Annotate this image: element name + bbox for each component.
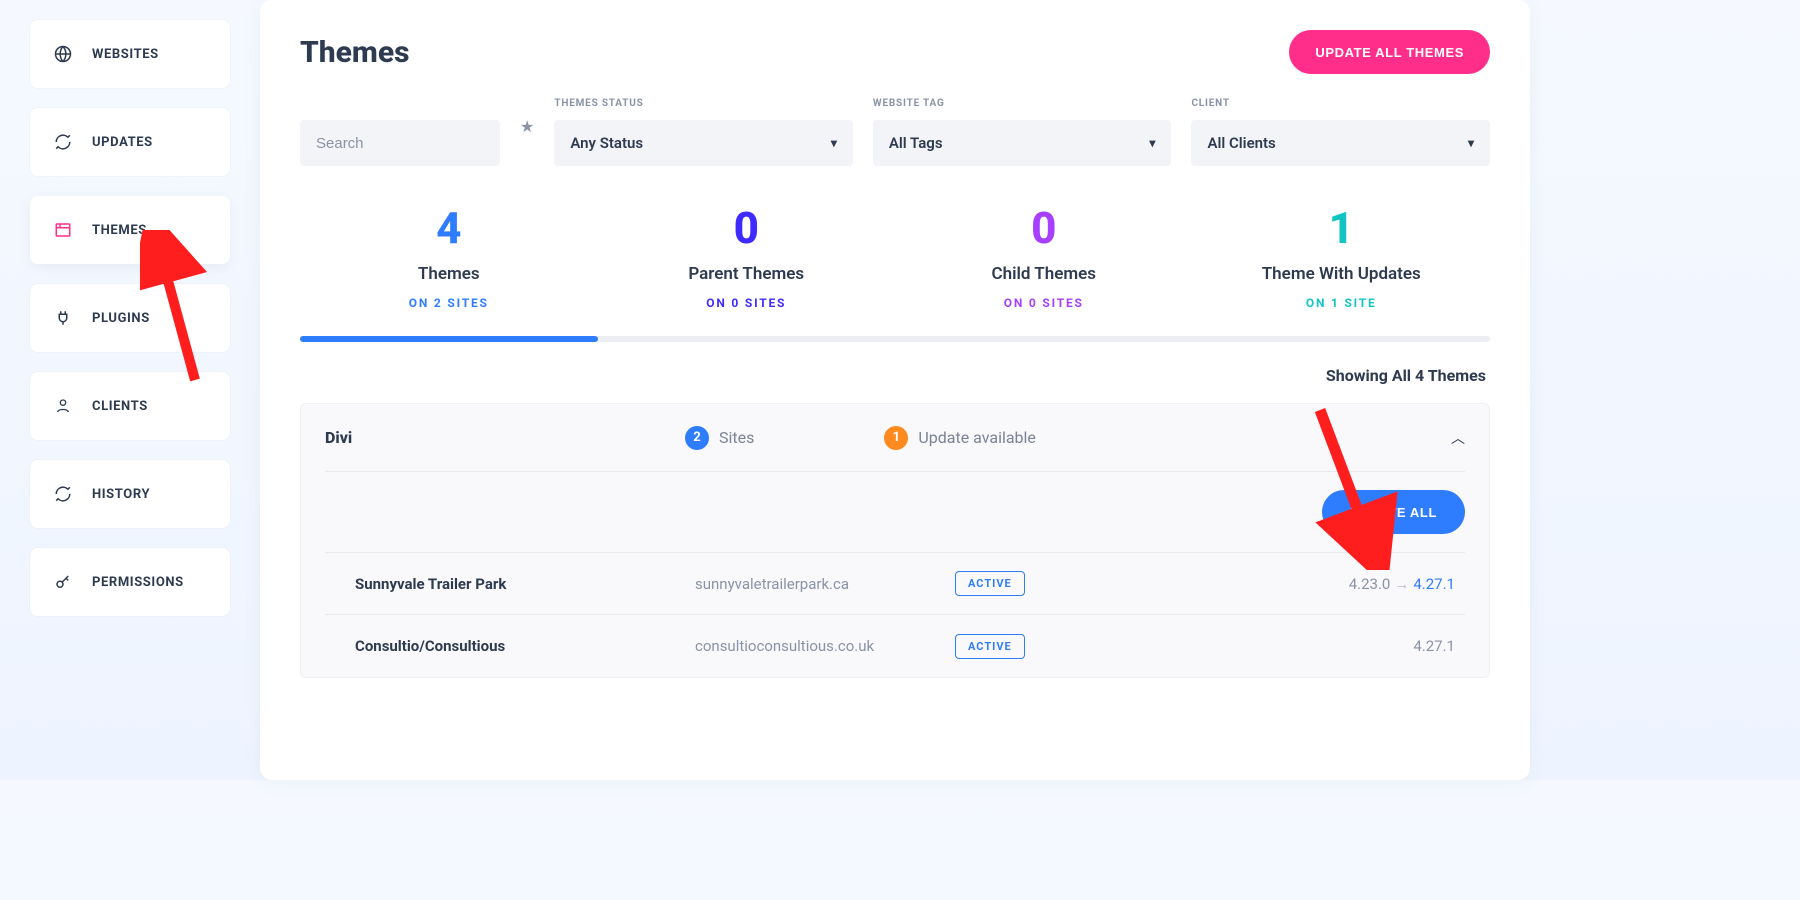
status-badge: ACTIVE <box>955 571 1025 596</box>
site-name: Sunnyvale Trailer Park <box>355 575 695 593</box>
refresh-icon <box>52 133 74 151</box>
sidebar-item-websites[interactable]: WEBSITES <box>30 20 230 88</box>
sidebar-item-label: CLIENTS <box>92 399 148 414</box>
plug-icon <box>52 309 74 327</box>
sidebar-item-permissions[interactable]: PERMISSIONS <box>30 548 230 616</box>
site-name: Consultio/Consultious <box>355 637 695 655</box>
main-panel: Themes UPDATE ALL THEMES ★ THEMES STATUS… <box>260 0 1530 780</box>
tag-select[interactable]: All Tags ▾ <box>873 120 1172 166</box>
filter-label-client: CLIENT <box>1191 98 1490 112</box>
stats-row: 4 Themes ON 2 SITES 0 Parent Themes ON 0… <box>300 196 1490 336</box>
sidebar-item-label: PLUGINS <box>92 311 150 326</box>
sidebar-item-label: WEBSITES <box>92 47 159 62</box>
sidebar-item-history[interactable]: HISTORY <box>30 460 230 528</box>
stat-themes[interactable]: 4 Themes ON 2 SITES <box>300 196 598 336</box>
client-select[interactable]: All Clients ▾ <box>1191 120 1490 166</box>
filter-bar: ★ THEMES STATUS Any Status ▾ WEBSITE TAG… <box>300 98 1490 166</box>
stat-parent-themes[interactable]: 0 Parent Themes ON 0 SITES <box>598 196 896 336</box>
results-count: Showing All 4 Themes <box>300 366 1486 385</box>
site-url: consultioconsultious.co.uk <box>695 637 955 655</box>
sidebar-item-label: HISTORY <box>92 487 150 502</box>
stat-theme-updates[interactable]: 1 Theme With Updates ON 1 SITE <box>1193 196 1491 336</box>
user-icon <box>52 397 74 415</box>
sidebar-item-label: THEMES <box>92 223 147 238</box>
stat-child-themes[interactable]: 0 Child Themes ON 0 SITES <box>895 196 1193 336</box>
theme-icon <box>52 221 74 239</box>
update-all-themes-button[interactable]: UPDATE ALL THEMES <box>1289 30 1490 74</box>
chevron-down-icon: ▾ <box>831 136 837 150</box>
filter-label-tag: WEBSITE TAG <box>873 98 1172 112</box>
sidebar-item-label: PERMISSIONS <box>92 575 184 590</box>
globe-icon <box>52 45 74 63</box>
stats-progress <box>300 336 1490 342</box>
site-row[interactable]: Sunnyvale Trailer Park sunnyvaletrailerp… <box>325 553 1465 615</box>
refresh-icon <box>52 485 74 503</box>
sidebar-item-plugins[interactable]: PLUGINS <box>30 284 230 352</box>
update-all-button[interactable]: UPDATE ALL <box>1322 490 1465 534</box>
sidebar-item-label: UPDATES <box>92 135 153 150</box>
site-row[interactable]: Consultio/Consultious consultioconsultio… <box>325 615 1465 677</box>
chevron-down-icon: ▾ <box>1149 136 1155 150</box>
filter-label-status: THEMES STATUS <box>554 98 853 112</box>
chevron-up-icon: ︿ <box>1451 428 1465 448</box>
sidebar: WEBSITES UPDATES THEMES PLUGINS CLIENTS <box>0 0 260 780</box>
sidebar-item-clients[interactable]: CLIENTS <box>30 372 230 440</box>
star-icon[interactable]: ★ <box>520 117 534 136</box>
chevron-down-icon: ▾ <box>1468 136 1474 150</box>
site-version: 4.27.1 <box>1195 637 1465 655</box>
theme-name: Divi <box>325 428 685 447</box>
updates-count-badge: 1 <box>884 426 908 450</box>
theme-card: Divi 2 Sites 1 Update available ︿ UPDATE… <box>300 403 1490 678</box>
theme-sites-meta: 2 Sites <box>685 426 754 450</box>
status-badge: ACTIVE <box>955 634 1025 659</box>
sites-count-badge: 2 <box>685 426 709 450</box>
arrow-right-icon: → <box>1394 575 1409 593</box>
sidebar-item-themes[interactable]: THEMES <box>30 196 230 264</box>
site-url: sunnyvaletrailerpark.ca <box>695 575 955 593</box>
theme-updates-meta: 1 Update available <box>884 426 1036 450</box>
status-select[interactable]: Any Status ▾ <box>554 120 853 166</box>
sidebar-item-updates[interactable]: UPDATES <box>30 108 230 176</box>
page-title: Themes <box>300 35 409 70</box>
key-icon <box>52 573 74 591</box>
site-version: 4.23.0→4.27.1 <box>1195 575 1465 593</box>
theme-card-header[interactable]: Divi 2 Sites 1 Update available ︿ <box>325 404 1465 472</box>
search-input[interactable] <box>300 120 500 166</box>
